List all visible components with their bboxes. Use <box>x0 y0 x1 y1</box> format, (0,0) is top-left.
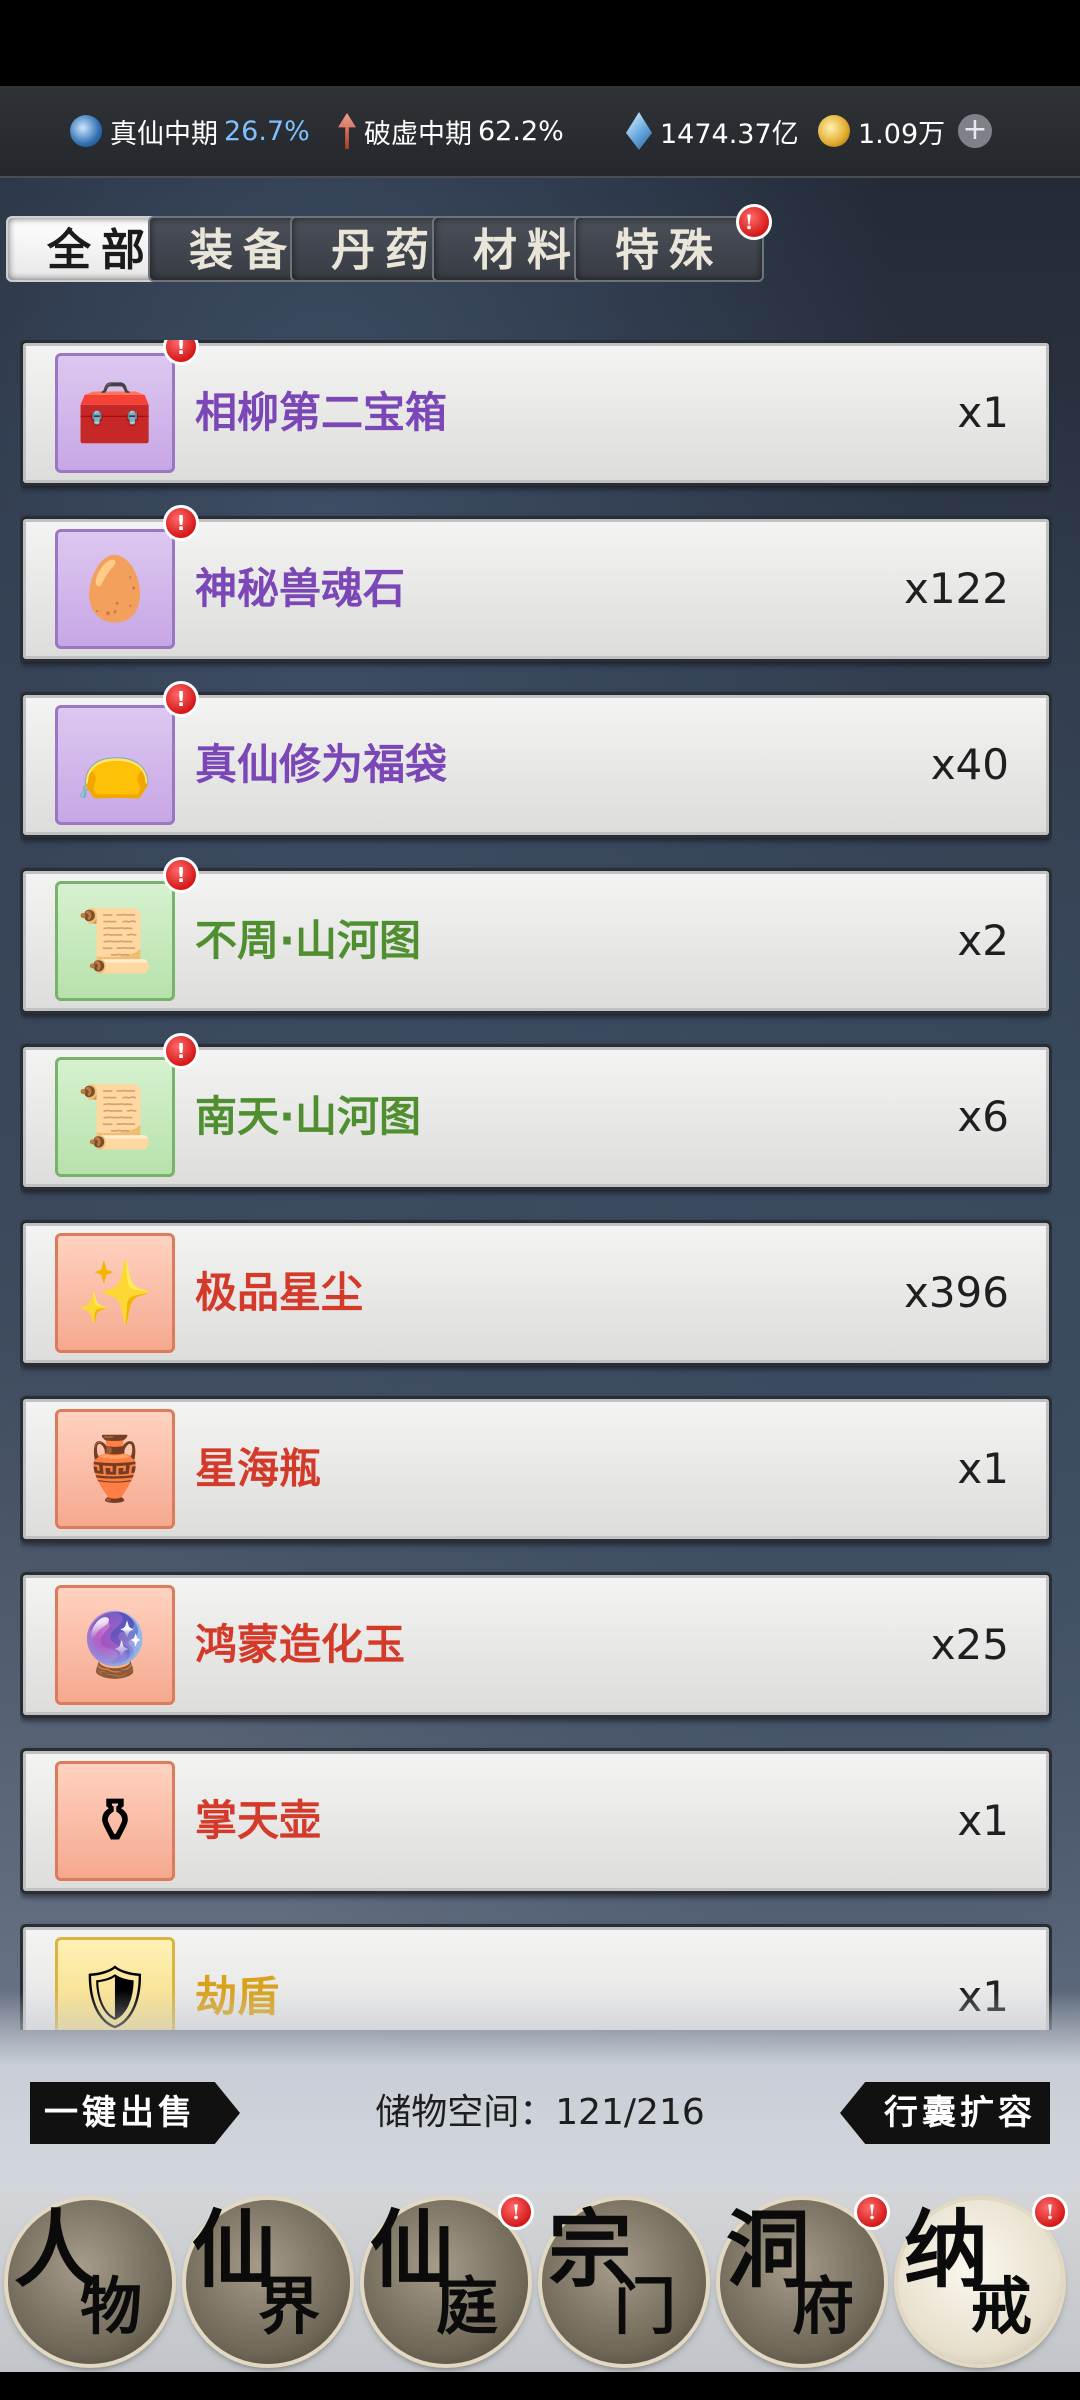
tab-label: 全部 <box>47 225 155 276</box>
stardust-icon: ✨ <box>76 1256 154 1329</box>
nav-label-sub: 庭 <box>436 2270 499 2343</box>
tab-label: 特殊 <box>615 225 723 276</box>
star-sea-bottle-icon: 🏺 <box>76 1432 154 1505</box>
realm-orb-icon <box>70 115 102 147</box>
item-count: x40 <box>930 740 1009 789</box>
item-name: 相柳第二宝箱 <box>195 388 448 437</box>
item-count: x2 <box>957 916 1009 965</box>
inventory-item[interactable]: 🏺 星海瓶 x1 <box>20 1396 1052 1542</box>
nav-immortal-realm[interactable]: 仙界 <box>186 2200 350 2364</box>
alert-badge-icon: ! <box>163 857 199 893</box>
item-thumbnail: 🥚 <box>55 529 175 649</box>
inventory-item[interactable]: 🔮 鸿蒙造化玉 x25 <box>20 1572 1052 1718</box>
nav-character[interactable]: 人物 <box>8 2200 172 2364</box>
expand-bag-button[interactable]: 行囊扩容 <box>840 2082 1050 2144</box>
spirit-stone-counter: 1474.37亿 <box>626 86 799 176</box>
scroll-icon: 📜 <box>76 904 154 977</box>
inventory-item[interactable]: 🥚! 神秘兽魂石 x122 <box>20 505 1052 662</box>
plus-circle-icon[interactable]: + <box>958 114 992 148</box>
nav-immortal-court[interactable]: 仙庭! <box>364 2194 534 2364</box>
nav-label-sub: 界 <box>258 2270 321 2343</box>
treasure-chest-icon: 🧰 <box>76 376 154 449</box>
storage-value: 121/216 <box>555 2092 705 2133</box>
category-tabs: 全部 装备 丹药 材料 特殊! <box>0 204 1080 286</box>
nav-cave-abode[interactable]: 洞府! <box>720 2194 890 2364</box>
item-thumbnail: 🏺 <box>55 1409 175 1529</box>
coin-value: 1.09万 <box>858 118 946 150</box>
item-name: 真仙修为福袋 <box>195 740 448 789</box>
realm-percent: 26.7% <box>224 115 310 147</box>
breakthrough-progress: 破虚中期 62.2% <box>338 86 564 176</box>
item-count: x1 <box>957 1796 1009 1845</box>
tab-label: 装备 <box>189 225 297 276</box>
tab-label: 材料 <box>473 225 581 276</box>
coin-icon <box>818 115 850 147</box>
alert-badge-icon: ! <box>1032 2194 1068 2230</box>
nav-label-sub: 物 <box>80 2270 143 2343</box>
item-count: x1 <box>957 388 1009 437</box>
breakthrough-percent: 62.2% <box>478 115 564 147</box>
nav-label-sub: 戒 <box>970 2270 1033 2343</box>
alert-badge-icon: ! <box>163 505 199 541</box>
item-thumbnail: 🧰 <box>55 353 175 473</box>
alert-badge-icon: ! <box>498 2194 534 2230</box>
item-thumbnail: 📜 <box>55 1057 175 1177</box>
item-count: x6 <box>957 1092 1009 1141</box>
nav-label-sub: 府 <box>792 2270 855 2343</box>
inventory-item[interactable]: 👝! 真仙修为福袋 x40 <box>20 681 1052 838</box>
realm-label: 真仙中期 <box>110 118 218 150</box>
item-count: x396 <box>903 1268 1009 1317</box>
item-thumbnail: 👝 <box>55 705 175 825</box>
item-name: 掌天壶 <box>195 1796 322 1845</box>
item-name: 南天·山河图 <box>195 1092 421 1141</box>
item-count: x1 <box>957 1444 1009 1493</box>
nav-sect[interactable]: 宗门 <box>542 2200 706 2364</box>
storage-label: 储物空间： <box>375 2092 556 2133</box>
alert-badge-icon: ! <box>736 204 772 240</box>
inventory-item[interactable]: ⚱ 掌天壶 x1 <box>20 1748 1052 1894</box>
item-name: 极品星尘 <box>195 1268 364 1317</box>
resource-status-bar: 真仙中期 26.7% 破虚中期 62.2% 1474.37亿 1.09万 + <box>0 86 1080 178</box>
alert-badge-icon: ! <box>163 681 199 717</box>
heaven-pot-icon: ⚱ <box>89 1784 141 1857</box>
realm-progress: 真仙中期 26.7% <box>70 86 310 176</box>
lucky-bag-icon: 👝 <box>76 728 154 801</box>
item-name: 鸿蒙造化玉 <box>195 1620 406 1669</box>
item-thumbnail: 🔮 <box>55 1585 175 1705</box>
alert-badge-icon: ! <box>163 1033 199 1069</box>
inventory-list[interactable]: 🧰! 相柳第二宝箱 x1 🥚! 神秘兽魂石 x122 👝! 真仙修为福袋 x40 📜! 不周·山河图… <box>20 340 1052 2030</box>
item-name: 神秘兽魂石 <box>195 564 406 613</box>
inventory-item[interactable]: 📜! 南天·山河图 x6 <box>20 1033 1052 1190</box>
breakthrough-label: 破虚中期 <box>364 118 472 150</box>
sword-icon <box>338 113 356 149</box>
bottom-navigation: 人物仙界仙庭! 宗门洞府! 纳戒! <box>0 2190 1080 2372</box>
beast-soul-egg-icon: 🥚 <box>76 552 154 625</box>
spirit-stone-value: 1474.37亿 <box>660 118 799 150</box>
item-thumbnail: 📜 <box>55 881 175 1001</box>
coin-counter: 1.09万 <box>818 86 945 176</box>
jade-orb-icon: 🔮 <box>76 1608 154 1681</box>
inventory-item[interactable]: 📜! 不周·山河图 x2 <box>20 857 1052 1014</box>
item-name: 星海瓶 <box>195 1444 322 1493</box>
system-gesture-bar <box>0 2372 1080 2400</box>
tab-label: 丹药 <box>331 225 439 276</box>
item-count: x122 <box>903 564 1009 613</box>
nav-storage-ring[interactable]: 纳戒! <box>898 2194 1068 2364</box>
crystal-icon <box>626 112 652 150</box>
alert-badge-icon: ! <box>854 2194 890 2230</box>
inventory-item[interactable]: 🧰! 相柳第二宝箱 x1 <box>20 340 1052 486</box>
nav-label-sub: 门 <box>614 2270 677 2343</box>
item-thumbnail: ✨ <box>55 1233 175 1353</box>
item-count: x25 <box>930 1620 1009 1669</box>
tab-4[interactable]: 特殊! <box>574 204 772 282</box>
item-thumbnail: ⚱ <box>55 1761 175 1881</box>
item-name: 不周·山河图 <box>195 916 421 965</box>
scroll-icon: 📜 <box>76 1080 154 1153</box>
inventory-item[interactable]: ✨ 极品星尘 x396 <box>20 1220 1052 1366</box>
